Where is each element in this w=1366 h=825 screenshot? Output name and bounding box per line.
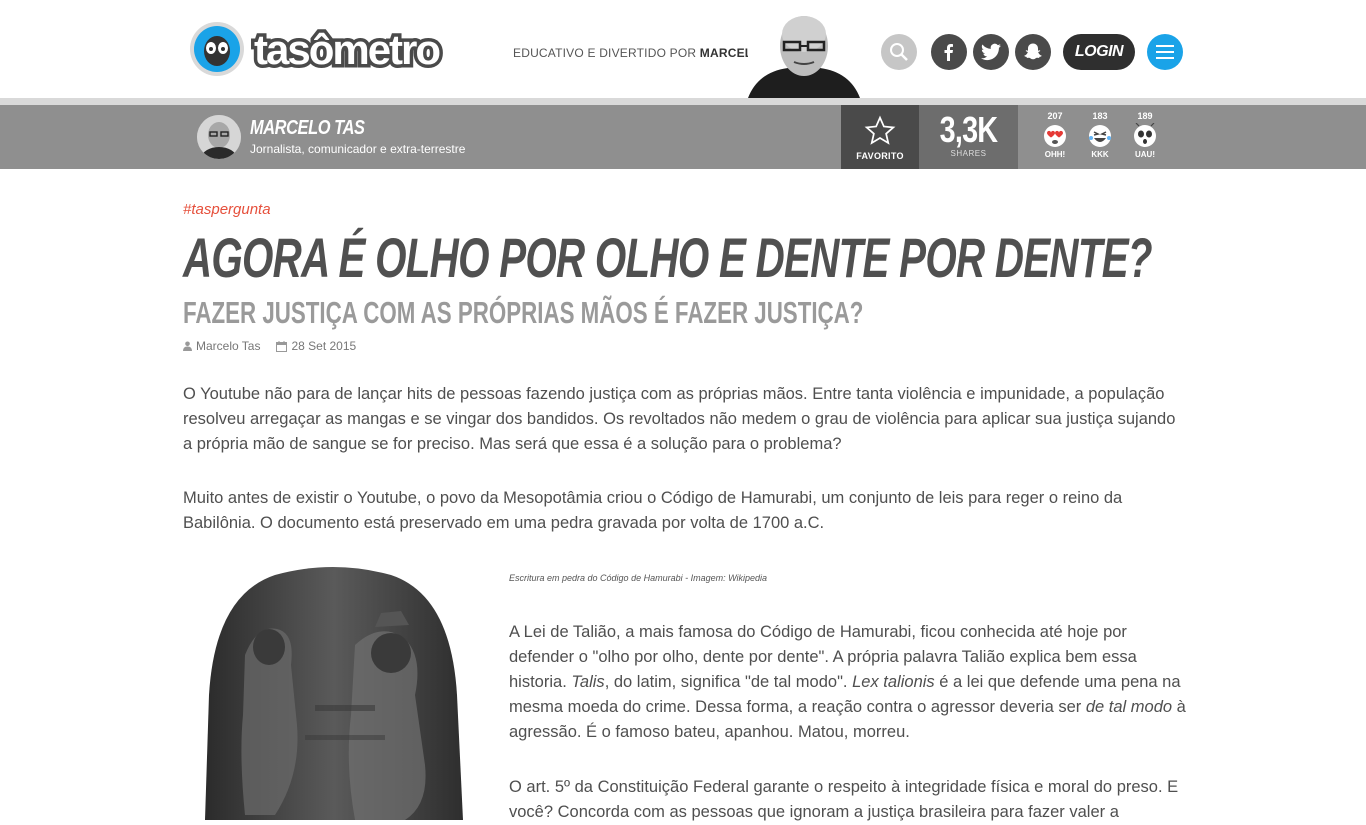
search-button[interactable]	[881, 34, 917, 70]
reaction-count: 207	[1047, 111, 1063, 121]
star-icon	[864, 115, 896, 145]
emphasis-text: de tal modo	[1085, 698, 1173, 716]
author-bar: MARCELO TAS Jornalista, comunicador e ex…	[0, 105, 1366, 169]
article-paragraph: A Lei de Talião, a mais famosa do Código…	[509, 620, 1189, 745]
article-author[interactable]: Marcelo Tas	[196, 339, 260, 353]
twitter-button[interactable]	[973, 34, 1009, 70]
reaction-count: 189	[1137, 111, 1153, 121]
alien-surprised-emoji-icon	[1134, 123, 1156, 147]
emphasis-text: Lex talionis	[852, 673, 935, 691]
snapchat-icon	[1024, 43, 1042, 60]
search-icon	[890, 43, 908, 61]
article-hashtag[interactable]: #taspergunta	[183, 201, 271, 218]
snapchat-button[interactable]	[1015, 34, 1051, 70]
host-photo	[748, 6, 860, 98]
paragraph-text: , do latim, significa "de tal modo".	[604, 673, 853, 691]
twitter-icon	[981, 43, 1001, 61]
favorite-label: FAVORITO	[856, 151, 904, 161]
reaction-count: 183	[1092, 111, 1108, 121]
reaction-label: OHH!	[1044, 150, 1066, 159]
laughing-emoji-icon	[1089, 125, 1111, 147]
facebook-icon	[944, 44, 953, 61]
image-caption: Escritura em pedra do Código de Hamurabi…	[509, 573, 768, 583]
login-button[interactable]: LOGIN	[1063, 34, 1135, 70]
emphasis-text: Talis	[571, 673, 605, 691]
article-paragraph: Muito antes de existir o Youtube, o povo…	[183, 489, 1123, 532]
user-icon	[183, 341, 192, 351]
article-paragraph: O Youtube não para de lançar hits de pes…	[183, 385, 1176, 453]
reaction-kkk[interactable]: 183 KKK	[1080, 111, 1120, 159]
article-date: 28 Set 2015	[291, 339, 357, 353]
article-paragraph: O art. 5º da Constituição Federal garant…	[509, 778, 1179, 821]
shares-label: SHARES	[950, 149, 987, 158]
menu-button[interactable]	[1147, 34, 1183, 70]
article-meta: Marcelo Tas 28 Set 2015	[183, 339, 356, 353]
hammurabi-stele-image	[205, 567, 463, 820]
site-header: tasômetro EDUCATIVO E DIVERTIDO POR MARC…	[0, 0, 1366, 98]
author-description: Jornalista, comunicador e extra-terrestr…	[250, 142, 466, 156]
author-name[interactable]: MARCELO TAS	[250, 117, 365, 140]
author-avatar[interactable]	[197, 115, 241, 159]
shares-counter: 3,3K SHARES	[919, 105, 1018, 169]
shares-count: 3,3K	[939, 109, 998, 150]
reaction-label: UAU!	[1135, 150, 1155, 159]
favorite-button[interactable]: FAVORITO	[841, 105, 919, 169]
reaction-ohh[interactable]: 207 OHH!	[1035, 111, 1075, 159]
logo-text: tasômetro	[254, 26, 440, 73]
article-title: AGORA É OLHO POR OLHO E DENTE POR DENTE?	[183, 226, 1153, 289]
calendar-icon	[276, 340, 288, 352]
hamburger-menu-icon	[1156, 45, 1174, 59]
tasometro-logo[interactable]: tasômetro	[188, 18, 470, 80]
reaction-label: KKK	[1091, 150, 1109, 159]
tagline-prefix: EDUCATIVO E DIVERTIDO POR	[513, 46, 697, 60]
header-divider	[0, 98, 1366, 105]
heart-eyes-emoji-icon	[1044, 125, 1066, 147]
facebook-button[interactable]	[931, 34, 967, 70]
article-subtitle: FAZER JUSTIÇA COM AS PRÓPRIAS MÃOS É FAZ…	[183, 295, 864, 330]
reaction-uau[interactable]: 189 UAU!	[1125, 111, 1165, 159]
